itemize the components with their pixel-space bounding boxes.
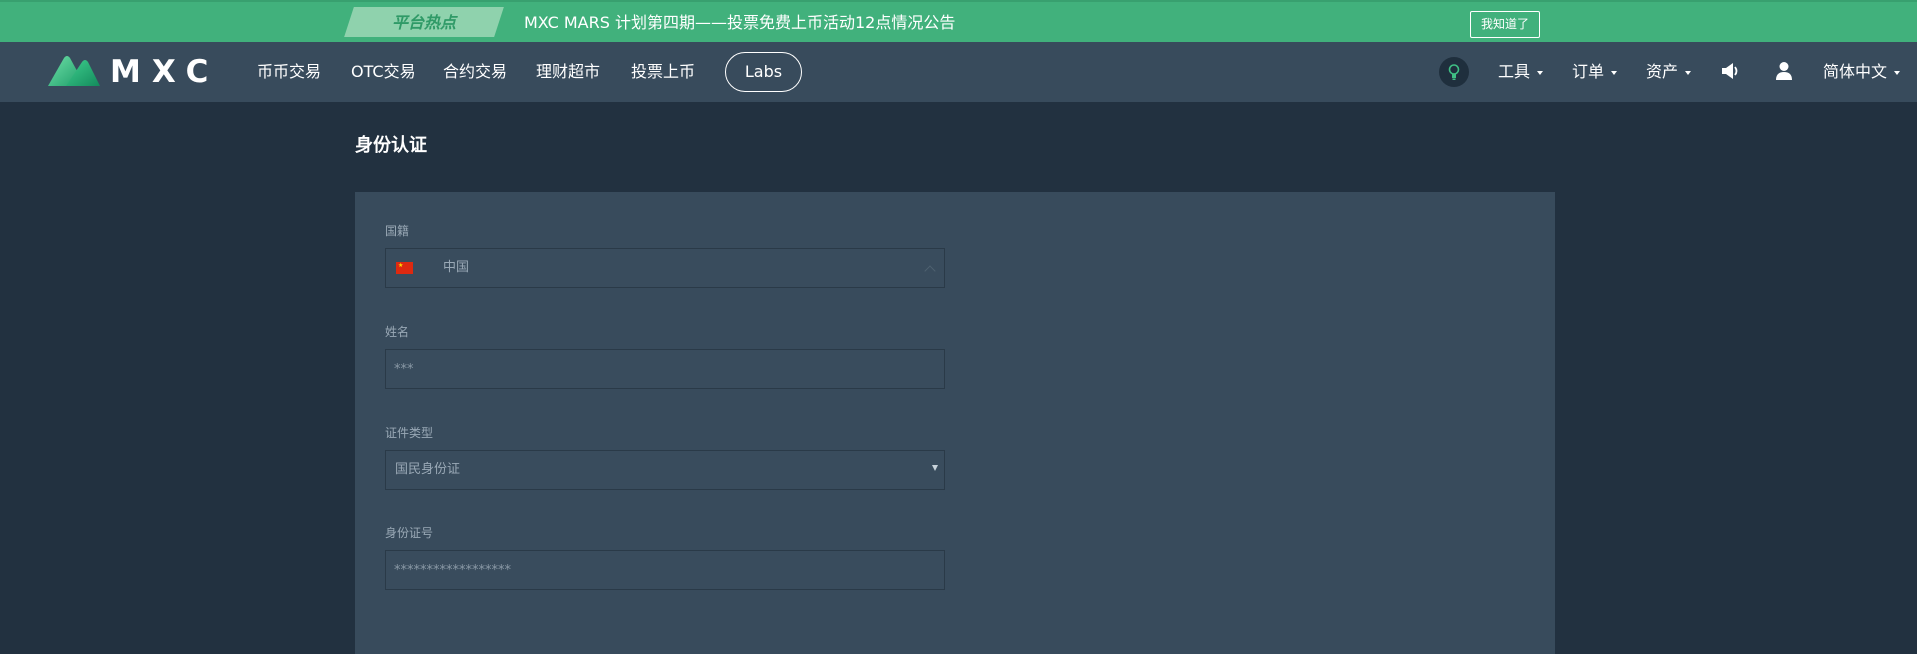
- top-navbar: MXC 币币交易 OTC交易 合约交易 理财超市 投票上币 Labs 工具 订单…: [0, 42, 1917, 102]
- lightbulb-icon: [1448, 64, 1460, 80]
- chevron-down-icon: [1685, 70, 1692, 75]
- tools-menu[interactable]: 工具: [1498, 59, 1544, 85]
- nav-spot-trading[interactable]: 币币交易: [257, 59, 321, 85]
- account-button[interactable]: [1775, 61, 1793, 85]
- announcement-bar: 平台热点 MXC MARS 计划第四期——投票免费上币活动12点情况公告 我知道…: [0, 0, 1917, 42]
- nationality-select[interactable]: ★ 中国: [385, 248, 945, 288]
- tools-menu-label: 工具: [1498, 62, 1531, 81]
- mxc-mountain-icon: [48, 56, 100, 86]
- name-label: 姓名: [385, 325, 410, 339]
- orders-menu[interactable]: 订单: [1572, 59, 1618, 85]
- assets-menu[interactable]: 资产: [1646, 59, 1692, 85]
- language-label: 简体中文: [1823, 62, 1888, 81]
- brand-name: MXC: [110, 54, 220, 90]
- id-type-value: 国民身份证: [395, 462, 461, 477]
- id-number-input[interactable]: [385, 550, 945, 590]
- nav-otc-trading[interactable]: OTC交易: [351, 59, 416, 85]
- nav-labs-button[interactable]: Labs: [725, 52, 802, 92]
- id-number-label: 身份证号: [385, 526, 434, 540]
- nationality-value: 中国: [443, 260, 470, 275]
- chevron-down-icon: [1611, 70, 1618, 75]
- caret-down-icon: [932, 465, 938, 471]
- chevron-down-icon: [1537, 70, 1544, 75]
- chevron-up-icon: [924, 265, 936, 277]
- announcement-link[interactable]: MXC MARS 计划第四期——投票免费上币活动12点情况公告: [524, 11, 955, 35]
- theme-toggle-button[interactable]: [1439, 57, 1469, 87]
- page-title: 身份认证: [355, 135, 427, 156]
- user-icon: [1776, 62, 1792, 80]
- announcements-button[interactable]: [1721, 62, 1741, 84]
- identity-form-panel: 国籍 ★ 中国 姓名 证件类型 国民身份证 身份证号: [355, 192, 1555, 654]
- china-flag-icon: ★: [396, 262, 413, 274]
- dismiss-announcement-button[interactable]: 我知道了: [1470, 11, 1540, 38]
- hot-tag-label: 平台热点: [392, 13, 457, 32]
- nav-finance-market[interactable]: 理财超市: [536, 59, 600, 85]
- megaphone-icon: [1722, 63, 1738, 79]
- id-type-select[interactable]: 国民身份证: [385, 450, 945, 490]
- nav-vote-listing[interactable]: 投票上币: [631, 59, 695, 85]
- nav-contract-trading[interactable]: 合约交易: [443, 59, 507, 85]
- chevron-down-icon: [1894, 70, 1901, 75]
- name-input[interactable]: [385, 349, 945, 389]
- assets-menu-label: 资产: [1646, 62, 1679, 81]
- language-selector[interactable]: 简体中文: [1823, 59, 1901, 85]
- brand-logo[interactable]: MXC: [46, 54, 208, 90]
- id-type-label: 证件类型: [385, 426, 434, 440]
- nationality-label: 国籍: [385, 224, 410, 238]
- orders-menu-label: 订单: [1572, 62, 1605, 81]
